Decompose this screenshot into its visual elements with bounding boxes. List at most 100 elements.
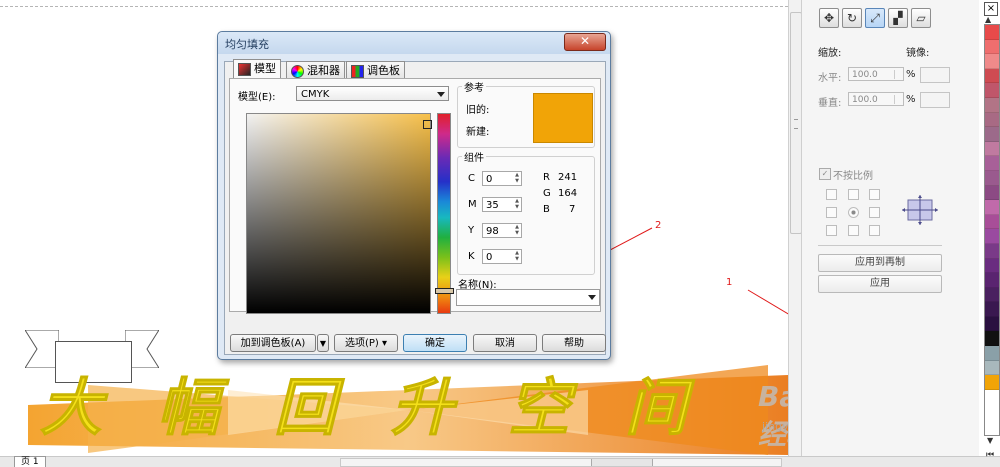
palette-swatch[interactable] [985,243,999,259]
palette-swatch[interactable] [985,68,999,84]
scale-mirror-icon[interactable]: ⤢ [865,8,885,28]
help-button[interactable]: 帮助 [542,334,606,352]
chevron-down-icon [437,92,445,97]
color-field-marker[interactable] [423,120,432,129]
rotate-icon[interactable]: ↻ [842,8,862,28]
palette-swatch[interactable] [985,258,999,274]
reference-title: 参考 [462,79,486,94]
cyan-input[interactable]: 0 [482,171,522,186]
palette-swatch[interactable] [985,273,999,288]
cancel-button[interactable]: 取消 [473,334,537,352]
disproportionate-checkbox[interactable]: ✓ [819,168,831,180]
scale-label: 缩放: [818,48,842,59]
palette-swatch[interactable] [985,97,999,113]
hue-slider[interactable] [435,113,454,314]
palette-swatch[interactable] [985,170,999,186]
magenta-label: M [468,199,477,210]
green-value: 164 [558,188,578,199]
palette-swatch[interactable] [985,54,999,69]
skew-icon[interactable]: ▱ [911,8,931,28]
tab-model[interactable]: 模型 [233,59,281,80]
dialog-title: 均匀填充 [225,38,269,51]
size-icon[interactable]: ▞ [888,8,908,28]
horizontal-percent: % [906,69,916,80]
palette-swatch[interactable] [985,200,999,215]
anchor-top-right[interactable] [869,189,880,200]
palette-swatch[interactable] [985,39,999,55]
transform-docker: ✥ ↻ ⤢ ▞ ▱ 缩放: 镜像: 水平: 100.0 % 垂直: 100.0 … [801,0,979,456]
docker-separator [818,245,942,246]
anchor-middle-left[interactable] [826,207,837,218]
palette-swatch[interactable] [985,360,999,376]
magenta-input[interactable]: 35 [482,197,522,212]
apply-to-duplicate-button[interactable]: 应用到再制 [818,254,942,272]
palette-swatch[interactable] [985,185,999,201]
close-button[interactable]: ✕ [564,33,606,51]
palette-end-icon[interactable]: ⏮ [986,450,994,460]
tab-mixer[interactable]: 混和器 [286,61,345,79]
palette-swatch[interactable] [985,83,999,98]
reference-color-swatch [533,93,593,143]
vertical-scale-input[interactable]: 100.0 [848,92,904,106]
palette-swatch[interactable] [985,375,999,390]
horizontal-scroll-thumb[interactable] [591,459,653,466]
page-tab[interactable]: 页 1 [14,456,46,467]
vertical-label: 垂直: [818,98,842,109]
palette-scroll-down-icon[interactable]: ▼ [987,436,993,445]
position-icon[interactable]: ✥ [819,8,839,28]
name-select[interactable] [456,289,600,306]
hue-slider-handle[interactable] [435,288,454,294]
cyan-label: C [468,173,475,184]
vertical-scrollbar[interactable] [788,0,802,456]
tab-palette-label: 调色板 [367,64,400,77]
color-field[interactable] [246,113,432,314]
palette-swatch[interactable] [985,141,999,157]
red-label: R [543,172,550,183]
horizontal-scale-input[interactable]: 100.0 [848,67,904,81]
palette-swatch[interactable] [985,214,999,230]
mirror-label: 镜像: [906,48,930,59]
palette-scroll-up-icon[interactable]: ▲ [985,15,991,24]
anchor-bottom-center[interactable] [848,225,859,236]
anchor-center[interactable] [848,207,859,218]
palette-swatch[interactable] [985,25,999,40]
components-title: 组件 [462,149,486,164]
mirror-horizontal-icon[interactable] [920,67,950,83]
palette-swatch[interactable] [985,331,999,347]
model-select-value: CMYK [301,89,330,100]
model-select[interactable]: CMYK [296,86,449,101]
color-palette [984,24,1000,436]
options-button[interactable]: 选项(P) ▾ [334,334,398,352]
anchor-bottom-right[interactable] [869,225,880,236]
red-value: 241 [558,172,578,183]
palette-swatch[interactable] [985,302,999,317]
add-to-palette-button[interactable]: 加到调色板(A) [230,334,316,352]
palette-swatch[interactable] [985,316,999,332]
mirror-vertical-icon[interactable] [920,92,950,108]
palette-swatch[interactable] [985,287,999,303]
add-to-palette-dropdown[interactable]: ▼ [317,334,329,352]
horizontal-label: 水平: [818,73,842,84]
new-color-label: 新建: [466,127,490,138]
palette-swatch[interactable] [985,156,999,171]
palette-swatch[interactable] [985,346,999,361]
options-label: 选项(P) [344,338,379,349]
blue-label: B [543,204,550,215]
anchor-bottom-left[interactable] [826,225,837,236]
no-color-swatch[interactable]: × [984,2,998,16]
scale-preview-icon [902,195,938,225]
dialog-titlebar[interactable]: 均匀填充 ✕ [218,32,610,54]
anchor-top-left[interactable] [826,189,837,200]
apply-button[interactable]: 应用 [818,275,942,293]
palette-swatch[interactable] [985,229,999,244]
chevron-down-icon [588,295,596,300]
palette-swatch[interactable] [985,112,999,128]
tab-palette[interactable]: 调色板 [346,61,405,79]
black-input[interactable]: 0 [482,249,522,264]
anchor-top-center[interactable] [848,189,859,200]
yellow-input[interactable]: 98 [482,223,522,238]
disproportionate-label: 不按比例 [833,171,873,182]
anchor-middle-right[interactable] [869,207,880,218]
palette-swatch[interactable] [985,127,999,142]
ok-button[interactable]: 确定 [403,334,467,352]
